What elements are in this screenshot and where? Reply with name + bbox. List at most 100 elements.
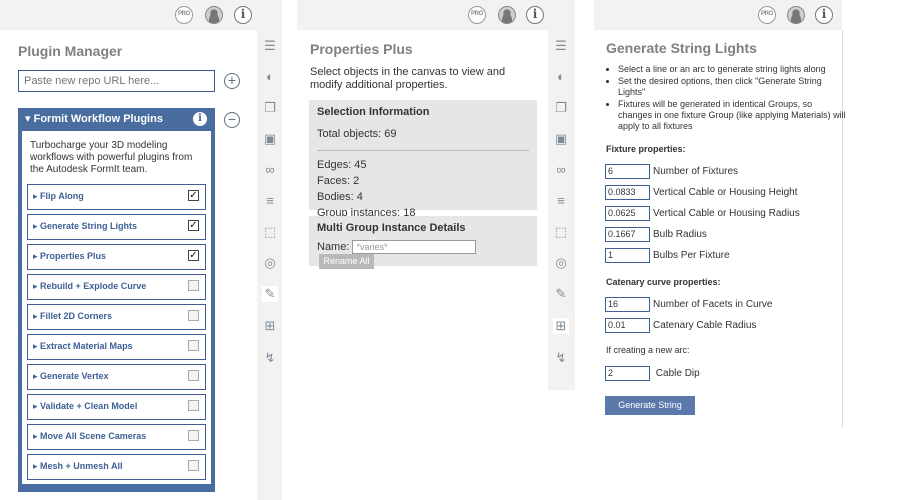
user-avatar-icon[interactable] <box>787 6 805 24</box>
plugin-item-label: Move All Scene Cameras <box>40 431 147 441</box>
plugin-checkbox[interactable] <box>188 340 199 351</box>
scenes-icon[interactable]: ▣ <box>262 131 278 147</box>
plugin-icon[interactable]: ✎ <box>553 286 569 302</box>
layers-icon[interactable]: ❐ <box>262 100 278 116</box>
add-repo-button[interactable]: + <box>224 73 240 89</box>
plugin-item[interactable]: ▸ Mesh + Unmesh All <box>27 454 206 480</box>
plugin-item[interactable]: ▸ Validate + Clean Model <box>27 394 206 420</box>
route-icon[interactable]: ↯ <box>553 350 569 366</box>
value-input[interactable]: 0.1667 <box>605 227 650 242</box>
plugin-item-label: Validate + Clean Model <box>40 401 138 411</box>
paint-icon[interactable]: ◎ <box>553 255 569 271</box>
plugin-list: ▸ Flip Along ✓ ▸ Generate String Lights ✓ ▸ … <box>27 184 206 480</box>
field-label: Catenary Cable Radius <box>653 320 757 331</box>
page-title: Plugin Manager <box>18 43 123 59</box>
plugin-checkbox[interactable] <box>188 280 199 291</box>
generate-string-lights-button[interactable]: Generate String Lights <box>605 396 695 429</box>
plugin-checkbox[interactable] <box>188 310 199 321</box>
plugin-item[interactable]: ▸ Move All Scene Cameras <box>27 424 206 450</box>
info-icon[interactable]: i <box>234 6 252 24</box>
pro-badge-icon[interactable]: PRO <box>175 6 193 24</box>
plugin-checkbox[interactable]: ✓ <box>188 250 199 261</box>
cable-dip-input[interactable]: 2 <box>605 366 650 381</box>
expand-arrow-icon: ▸ <box>33 281 41 291</box>
expand-arrow-icon: ▸ <box>33 311 41 321</box>
plugin-item[interactable]: ▸ Extract Material Maps <box>27 334 206 360</box>
instruction-item: Fixtures will be generated in identical … <box>618 99 846 132</box>
pro-badge-icon[interactable]: PRO <box>468 6 486 24</box>
plugin-checkbox[interactable]: ✓ <box>188 190 199 201</box>
field-row: 0.01 Catenary Cable Radius <box>605 318 756 333</box>
plugin-checkbox[interactable] <box>188 400 199 411</box>
selection-info-box: Selection Information Total objects: 69 … <box>309 100 537 219</box>
glasses-icon[interactable]: ∞ <box>553 162 569 178</box>
plugin-item[interactable]: ▸ Generate Vertex <box>27 364 206 390</box>
divider <box>317 150 529 151</box>
pro-badge-icon[interactable]: PRO <box>758 6 776 24</box>
plugin-item-label: Mesh + Unmesh All <box>40 461 123 471</box>
field-label: Bulbs Per Fixture <box>653 250 730 261</box>
plugin-checkbox[interactable]: ✓ <box>188 220 199 231</box>
layers-icon[interactable]: ❐ <box>553 100 569 116</box>
materials-icon[interactable]: ◐ <box>262 69 278 85</box>
rename-all-button[interactable]: Rename All <box>319 254 374 269</box>
plugin-item[interactable]: ▸ Rebuild + Explode Curve <box>27 274 206 300</box>
cable-dip-label: Cable Dip <box>655 368 700 379</box>
value-input[interactable]: 1 <box>605 248 650 263</box>
plugin-icon[interactable]: ✎ <box>262 286 278 302</box>
group-name-input[interactable]: *varies* <box>352 240 477 254</box>
glasses-icon[interactable]: ∞ <box>262 162 278 178</box>
value-input[interactable]: 6 <box>605 164 650 179</box>
collapse-group-button[interactable]: − <box>224 112 240 128</box>
bodies-count: Bodies: 4 <box>317 191 363 203</box>
add-panel-icon[interactable]: ⊞ <box>553 318 569 334</box>
add-panel-icon[interactable]: ⊞ <box>262 318 278 334</box>
field-row: 0.1667 Bulb Radius <box>605 227 707 242</box>
paint-icon[interactable]: ◎ <box>262 255 278 271</box>
plugin-item-label: Generate String Lights <box>40 221 138 231</box>
repo-url-input[interactable] <box>18 70 215 92</box>
group-info-icon[interactable]: i <box>193 112 207 126</box>
expand-arrow-icon: ▸ <box>33 341 41 351</box>
plugin-item[interactable]: ▸ Flip Along ✓ <box>27 184 206 210</box>
plugin-item[interactable]: ▸ Generate String Lights ✓ <box>27 214 206 240</box>
expand-triangle-icon: ▾ <box>25 113 31 125</box>
plugin-item[interactable]: ▸ Properties Plus ✓ <box>27 244 206 270</box>
field-label: Vertical Cable or Housing Radius <box>653 208 800 219</box>
info-icon[interactable]: i <box>815 6 833 24</box>
scenes-icon[interactable]: ▣ <box>553 131 569 147</box>
plugin-checkbox[interactable] <box>188 460 199 471</box>
plugin-checkbox[interactable] <box>188 370 199 381</box>
plugin-group-header[interactable]: ▾ Formit Workflow Plugins i <box>22 108 211 131</box>
properties-icon[interactable]: ☰ <box>262 38 278 54</box>
value-input[interactable]: 0.01 <box>605 318 650 333</box>
user-avatar-icon[interactable] <box>205 6 223 24</box>
string-lights-title: Generate String Lights <box>606 40 757 56</box>
plugin-item-label: Extract Material Maps <box>40 341 133 351</box>
plugin-item-label: Generate Vertex <box>40 371 109 381</box>
groups-icon[interactable]: ⬚ <box>553 224 569 240</box>
catenary-heading: Catenary curve properties: <box>606 277 721 287</box>
selection-info-heading: Selection Information <box>317 106 430 118</box>
plugin-item-label: Properties Plus <box>40 251 107 261</box>
value-input[interactable]: 0.0833 <box>605 185 650 200</box>
route-icon[interactable]: ↯ <box>262 350 278 366</box>
plugin-item[interactable]: ▸ Fillet 2D Corners <box>27 304 206 330</box>
plugin-checkbox[interactable] <box>188 430 199 441</box>
value-input[interactable]: 16 <box>605 297 650 312</box>
properties-icon[interactable]: ☰ <box>553 38 569 54</box>
plugin-group: ▾ Formit Workflow Plugins i Turbocharge … <box>18 108 215 492</box>
expand-arrow-icon: ▸ <box>33 401 41 411</box>
info-icon[interactable]: i <box>526 6 544 24</box>
field-row: 6 Number of Fixtures <box>605 164 738 179</box>
user-avatar-icon[interactable] <box>498 6 516 24</box>
groups-icon[interactable]: ⬚ <box>262 224 278 240</box>
levels-icon[interactable]: ≡ <box>553 193 569 209</box>
value-input[interactable]: 0.0625 <box>605 206 650 221</box>
plugin-item-label: Flip Along <box>40 191 84 201</box>
materials-icon[interactable]: ◐ <box>553 69 569 85</box>
cable-dip-row: 2 Cable Dip <box>605 366 700 381</box>
faces-count: Faces: 2 <box>317 175 360 187</box>
levels-icon[interactable]: ≡ <box>262 193 278 209</box>
field-row: 0.0833 Vertical Cable or Housing Height <box>605 185 798 200</box>
